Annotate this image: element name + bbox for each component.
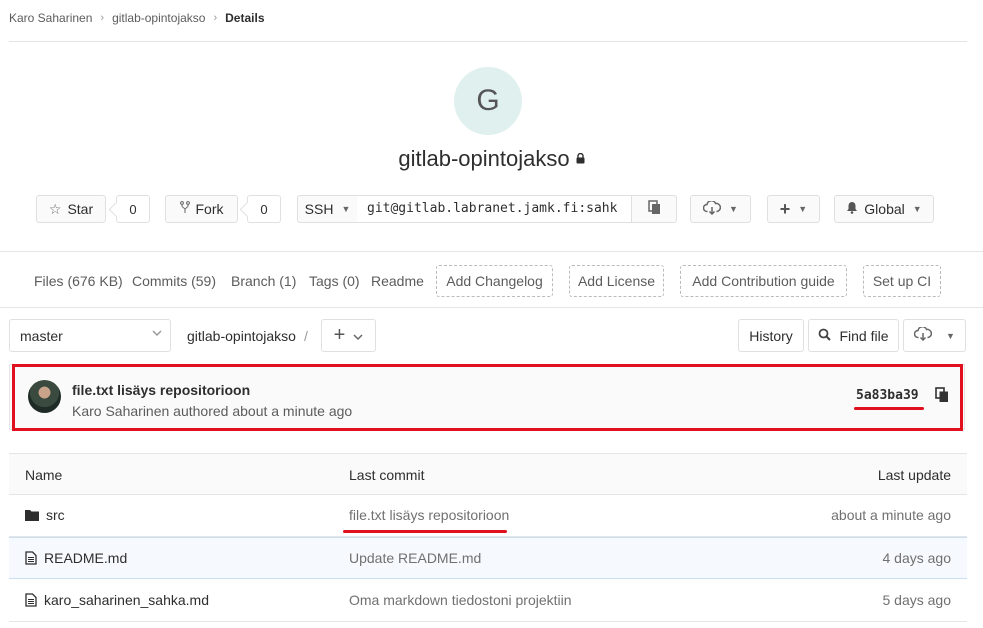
divider [0,251,983,252]
caret-down-icon: ▼ [341,204,351,214]
notification-dropdown[interactable]: Global ▼ [834,195,934,223]
repo-path-breadcrumb: gitlab-opintojakso / [187,328,308,344]
download-dropdown[interactable]: ▼ [690,195,751,223]
chevron-down-icon [353,328,363,344]
find-file-label: Find file [839,327,889,344]
bell-icon [846,201,858,217]
download-tree-dropdown[interactable]: ▼ [903,319,966,352]
header-last-commit: Last commit [349,467,425,483]
stat-tags-link[interactable]: Tags (0) [309,273,360,289]
row-updated: 5 days ago [882,592,952,608]
add-to-tree-dropdown[interactable]: + [321,319,376,352]
setup-ci-button[interactable]: Set up CI [863,265,941,297]
chevron-down-icon [152,329,162,340]
divider [0,307,983,308]
branch-select-label: master [20,327,63,344]
star-icon: ☆ [48,200,62,217]
stat-readme-link[interactable]: Readme [371,273,424,289]
star-count[interactable]: 0 [116,195,150,223]
stat-commits-link[interactable]: Commits (59) [132,273,216,289]
download-cloud-icon [702,199,722,218]
add-changelog-button[interactable]: Add Changelog [436,265,553,297]
project-title: gitlab-opintojakso [0,146,983,172]
row-commit-link[interactable]: file.txt lisäys repositorioon [349,507,509,523]
row-updated: about a minute ago [831,507,951,523]
plus-icon: + [333,324,346,346]
star-label: Star [67,201,94,217]
breadcrumb-project-link[interactable]: gitlab-opintojakso [112,11,205,25]
clone-url-input[interactable]: git@gitlab.labranet.jamk.fi:sahk [357,195,633,223]
plus-icon: + [779,198,791,219]
row-name: README.md [44,550,128,566]
download-cloud-icon [913,325,933,344]
row-commit-link[interactable]: Update README.md [349,550,481,566]
clipboard-icon [647,200,661,218]
breadcrumb-current[interactable]: Details [225,11,264,25]
history-button[interactable]: History [738,319,804,352]
caret-down-icon: ▼ [798,204,808,214]
breadcrumb-owner-link[interactable]: Karo Saharinen [9,11,92,25]
path-separator: / [303,328,308,344]
fork-count[interactable]: 0 [247,195,281,223]
file-icon [25,593,37,607]
fork-icon [179,201,190,217]
add-contribution-guide-button[interactable]: Add Contribution guide [680,265,847,297]
caret-down-icon: ▼ [912,204,922,214]
table-row[interactable]: karo_saharinen_sahka.md Oma markdown tie… [9,580,967,622]
file-name-link[interactable]: karo_saharinen_sahka.md [25,592,209,608]
header-last-update: Last update [877,467,951,483]
caret-down-icon: ▼ [729,204,738,214]
chevron-right-icon: › [213,12,218,24]
branch-select[interactable]: master [9,319,171,352]
stat-files-link[interactable]: Files (676 KB) [34,273,123,289]
header-name: Name [25,467,63,483]
annotation-underline [343,530,507,533]
fork-label: Fork [195,201,224,217]
breadcrumb: Karo Saharinen › gitlab-opintojakso › De… [9,10,265,26]
find-file-button[interactable]: Find file [808,319,899,352]
clone-protocol-label: SSH [304,201,334,217]
chevron-right-icon: › [100,12,105,24]
search-icon [818,328,832,344]
stat-branch-link[interactable]: Branch (1) [231,273,296,289]
lock-icon [576,153,585,167]
divider [9,41,967,42]
folder-icon [25,510,39,521]
add-license-button[interactable]: Add License [569,265,664,297]
caret-down-icon: ▼ [946,330,955,341]
row-updated: 4 days ago [882,550,952,566]
row-name: karo_saharinen_sahka.md [44,592,209,608]
row-commit-link[interactable]: Oma markdown tiedostoni projektiin [349,592,572,608]
annotation-highlight-box [12,364,963,431]
row-name: src [46,507,65,523]
clone-protocol-dropdown[interactable]: SSH ▼ [297,195,358,223]
project-name: gitlab-opintojakso [398,146,570,171]
file-name-link[interactable]: README.md [25,550,127,566]
file-icon [25,551,37,565]
table-row[interactable]: README.md Update README.md 4 days ago [9,537,967,579]
notification-label: Global [864,201,905,217]
fork-button[interactable]: Fork [165,195,238,223]
file-table-header [9,453,967,495]
repo-root-link[interactable]: gitlab-opintojakso [187,328,296,344]
project-avatar: G [454,67,522,135]
file-name-link[interactable]: src [25,507,65,523]
add-new-dropdown[interactable]: + ▼ [767,195,820,223]
star-button[interactable]: ☆ Star [36,195,106,223]
copy-url-button[interactable] [631,195,677,223]
